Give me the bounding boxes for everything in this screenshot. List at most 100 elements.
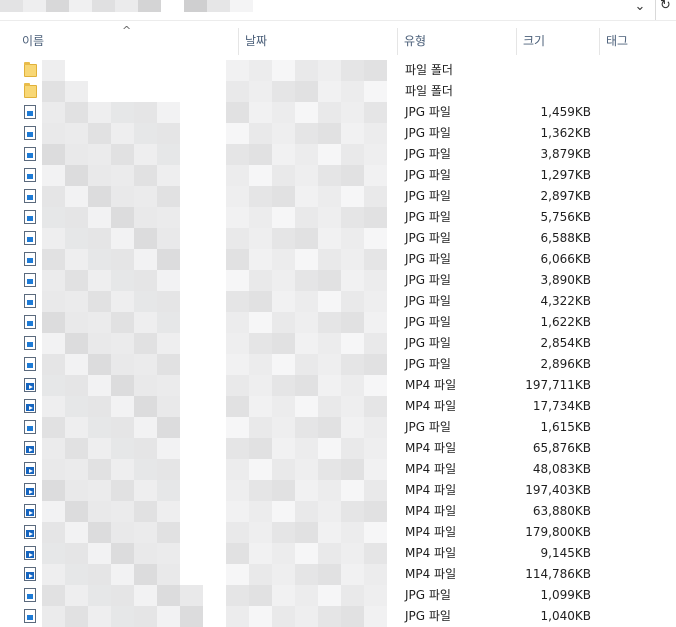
file-row[interactable]: JPG 파일 1,040KB	[0, 606, 676, 627]
file-date-redacted	[226, 459, 387, 480]
file-name-redacted	[42, 102, 180, 123]
file-date-redacted	[226, 417, 387, 438]
video-file-icon	[24, 546, 36, 560]
file-row[interactable]: JPG 파일 4,322KB	[0, 291, 676, 312]
file-row[interactable]: 파일 폴더	[0, 81, 676, 102]
file-type: MP4 파일	[405, 441, 457, 455]
file-row[interactable]: MP4 파일 114,786KB	[0, 564, 676, 585]
image-file-icon	[24, 273, 36, 287]
image-file-icon	[24, 126, 36, 140]
file-date-redacted	[226, 354, 387, 375]
file-size: 9,145KB	[540, 546, 591, 560]
file-date-redacted	[226, 123, 387, 144]
image-file-icon	[24, 231, 36, 245]
file-size: 17,734KB	[532, 399, 591, 413]
file-date-redacted	[226, 291, 387, 312]
file-row[interactable]: JPG 파일 1,615KB	[0, 417, 676, 438]
file-date-redacted	[226, 249, 387, 270]
file-row[interactable]: JPG 파일 1,362KB	[0, 123, 676, 144]
file-size: 48,083KB	[532, 462, 591, 476]
file-date-redacted	[226, 186, 387, 207]
file-name-redacted	[42, 585, 203, 606]
file-date-redacted	[226, 60, 387, 81]
file-size: 1,362KB	[540, 126, 591, 140]
file-size: 1,615KB	[540, 420, 591, 434]
file-type: MP4 파일	[405, 483, 457, 497]
column-header-tags[interactable]: 태그	[600, 28, 676, 55]
file-type: MP4 파일	[405, 567, 457, 581]
file-date-redacted	[226, 102, 387, 123]
file-type: 파일 폴더	[405, 63, 453, 77]
file-name-redacted	[42, 522, 180, 543]
file-row[interactable]: 파일 폴더	[0, 60, 676, 81]
column-header-type[interactable]: 유형	[398, 28, 516, 55]
file-row[interactable]: MP4 파일 197,711KB	[0, 375, 676, 396]
file-type: MP4 파일	[405, 504, 457, 518]
file-row[interactable]: JPG 파일 1,459KB	[0, 102, 676, 123]
file-date-redacted	[226, 606, 387, 627]
file-row[interactable]: MP4 파일 65,876KB	[0, 438, 676, 459]
folder-icon	[24, 62, 37, 77]
file-size: 1,297KB	[540, 168, 591, 182]
file-row[interactable]: MP4 파일 48,083KB	[0, 459, 676, 480]
file-name-redacted	[42, 228, 180, 249]
file-name-redacted	[42, 396, 180, 417]
video-file-icon	[24, 504, 36, 518]
file-row[interactable]: MP4 파일 17,734KB	[0, 396, 676, 417]
file-row[interactable]: JPG 파일 1,099KB	[0, 585, 676, 606]
image-file-icon	[24, 210, 36, 224]
file-row[interactable]: JPG 파일 6,066KB	[0, 249, 676, 270]
file-type: JPG 파일	[405, 357, 451, 371]
file-row[interactable]: JPG 파일 6,588KB	[0, 228, 676, 249]
file-row[interactable]: JPG 파일 3,890KB	[0, 270, 676, 291]
file-date-redacted	[226, 522, 387, 543]
file-name-redacted	[42, 501, 180, 522]
file-name-redacted	[42, 606, 203, 627]
file-name-redacted	[42, 312, 180, 333]
video-file-icon	[24, 483, 36, 497]
file-row[interactable]: MP4 파일 63,880KB	[0, 501, 676, 522]
sort-ascending-icon: ^	[122, 24, 132, 37]
file-date-redacted	[226, 144, 387, 165]
file-size: 2,896KB	[540, 357, 591, 371]
file-name-redacted	[42, 165, 180, 186]
image-file-icon	[24, 420, 36, 434]
file-row[interactable]: MP4 파일 179,800KB	[0, 522, 676, 543]
file-type: JPG 파일	[405, 609, 451, 623]
image-file-icon	[24, 105, 36, 119]
file-size: 197,711KB	[525, 378, 591, 392]
file-size: 4,322KB	[540, 294, 591, 308]
file-row[interactable]: MP4 파일 9,145KB	[0, 543, 676, 564]
file-name-redacted	[42, 564, 180, 585]
file-row[interactable]: JPG 파일 2,854KB	[0, 333, 676, 354]
file-row[interactable]: MP4 파일 197,403KB	[0, 480, 676, 501]
file-size: 2,897KB	[540, 189, 591, 203]
refresh-icon[interactable]: ↻	[660, 0, 676, 17]
file-size: 6,066KB	[540, 252, 591, 266]
address-dropdown-chevron-icon[interactable]: ⌄	[628, 0, 652, 18]
file-date-redacted	[226, 375, 387, 396]
file-size: 114,786KB	[525, 567, 591, 581]
file-size: 6,588KB	[540, 231, 591, 245]
file-row[interactable]: JPG 파일 5,756KB	[0, 207, 676, 228]
file-type: JPG 파일	[405, 588, 451, 602]
file-row[interactable]: JPG 파일 2,896KB	[0, 354, 676, 375]
file-name-redacted	[42, 249, 180, 270]
file-type: MP4 파일	[405, 546, 457, 560]
file-date-redacted	[226, 270, 387, 291]
file-date-redacted	[226, 480, 387, 501]
file-type: JPG 파일	[405, 231, 451, 245]
file-row[interactable]: JPG 파일 3,879KB	[0, 144, 676, 165]
video-file-icon	[24, 462, 36, 476]
image-file-icon	[24, 252, 36, 266]
column-header-date[interactable]: 날짜	[239, 28, 397, 55]
file-row[interactable]: JPG 파일 1,622KB	[0, 312, 676, 333]
address-bar: ⌄ ↻	[0, 0, 676, 21]
file-type: MP4 파일	[405, 399, 457, 413]
image-file-icon	[24, 294, 36, 308]
file-row[interactable]: JPG 파일 2,897KB	[0, 186, 676, 207]
file-type: MP4 파일	[405, 378, 457, 392]
folder-icon	[24, 83, 37, 98]
column-header-size[interactable]: 크기	[517, 28, 599, 55]
file-row[interactable]: JPG 파일 1,297KB	[0, 165, 676, 186]
